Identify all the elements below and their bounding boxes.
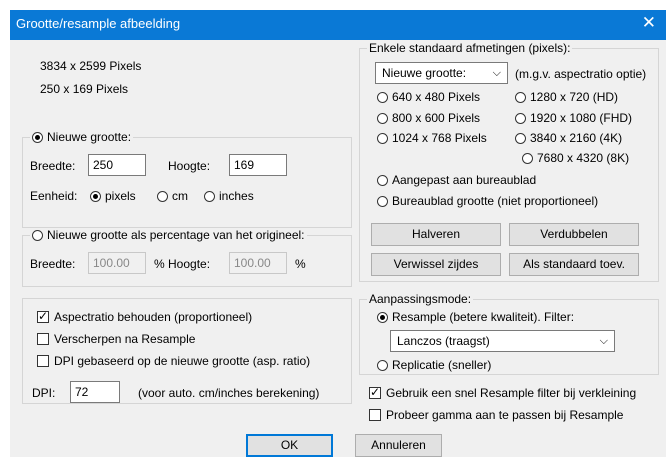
sharpen-check-icon <box>37 333 49 345</box>
size-1024-radio-icon <box>377 133 388 144</box>
pct-height-label: Hoogte: <box>168 257 211 271</box>
fast-filter-checkbox[interactable]: Gebruik een snel Resample filter bij ver… <box>369 385 637 400</box>
size-1280-label: 1280 x 720 (HD) <box>530 90 619 104</box>
replicate-radio-icon <box>377 360 388 371</box>
gamma-label: Probeer gamma aan te passen bij Resample <box>386 408 624 422</box>
filter-dropdown-value: Lanczos (traagst) <box>397 334 490 348</box>
new-size-radio[interactable]: Nieuwe grootte: <box>30 130 134 144</box>
new-size-dropdown[interactable]: Nieuwe grootte: ⌵ <box>375 62 508 84</box>
size-1280-radio[interactable]: 1280 x 720 (HD) <box>515 90 618 104</box>
chevron-down-icon: ⌵ <box>599 334 608 347</box>
original-size-text: 3834 x 2599 Pixels <box>40 59 142 73</box>
unit-inches-radio-icon <box>204 191 215 202</box>
new-size-dropdown-value: Nieuwe grootte: <box>382 66 467 80</box>
double-button[interactable]: Verdubbelen <box>509 223 639 246</box>
dpi-based-label: DPI gebaseerd op de nieuwe grootte (asp.… <box>54 354 311 368</box>
dropdown-hint: (m.g.v. aspectratio optie) <box>515 67 647 81</box>
size-1920-radio-icon <box>515 113 526 124</box>
fast-filter-check-icon <box>369 385 381 399</box>
dpi-based-checkbox[interactable]: DPI gebaseerd op de nieuwe grootte (asp.… <box>37 354 310 368</box>
unit-pixels-radio[interactable]: pixels <box>90 189 136 203</box>
unit-cm-label: cm <box>172 189 188 203</box>
resize-dialog: 3834 x 2599 Pixels 250 x 169 Pixels Nieu… <box>10 40 666 457</box>
desktop-fit-label: Aangepast aan bureaublad <box>392 173 537 187</box>
percentage-radio[interactable]: Nieuwe grootte als percentage van het or… <box>30 228 307 242</box>
size-1920-radio[interactable]: 1920 x 1080 (FHD) <box>515 111 632 125</box>
size-1024-label: 1024 x 768 Pixels <box>392 131 487 145</box>
size-640-radio[interactable]: 640 x 480 Pixels <box>377 90 480 104</box>
resample-radio-icon <box>377 312 388 323</box>
size-1280-radio-icon <box>515 92 526 103</box>
dpi-input[interactable]: 72 <box>70 381 120 403</box>
set-default-button[interactable]: Als standaard toev. <box>509 253 639 276</box>
height-input[interactable]: 169 <box>229 154 287 176</box>
pct-width-unit: % <box>154 257 165 271</box>
replicate-radio[interactable]: Replicatie (sneller) <box>377 358 491 372</box>
gamma-check-icon <box>369 409 381 421</box>
size-1024-radio[interactable]: 1024 x 768 Pixels <box>377 131 487 145</box>
unit-inches-radio[interactable]: inches <box>204 189 254 203</box>
ok-button[interactable]: OK <box>246 434 333 457</box>
filter-dropdown[interactable]: Lanczos (traagst) ⌵ <box>390 330 615 352</box>
resample-radio[interactable]: Resample (betere kwaliteit). Filter: <box>377 310 574 324</box>
unit-cm-radio-icon <box>157 191 168 202</box>
size-800-label: 800 x 600 Pixels <box>392 111 481 125</box>
unit-pixels-label: pixels <box>105 189 136 203</box>
size-3840-radio[interactable]: 3840 x 2160 (4K) <box>515 131 622 145</box>
cancel-button[interactable]: Annuleren <box>355 434 442 457</box>
pct-height-unit: % <box>295 257 306 271</box>
desktop-fit-radio[interactable]: Aangepast aan bureaublad <box>377 173 536 187</box>
desktop-fit-radio-icon <box>377 175 388 186</box>
size-3840-radio-icon <box>515 133 526 144</box>
gamma-checkbox[interactable]: Probeer gamma aan te passen bij Resample <box>369 408 623 422</box>
unit-inches-label: inches <box>219 189 254 203</box>
unit-label: Eenheid: <box>30 189 78 203</box>
size-640-radio-icon <box>377 92 388 103</box>
dpi-based-check-icon <box>37 355 49 367</box>
desktop-size-radio[interactable]: Bureaublad grootte (niet proportioneel) <box>377 194 598 208</box>
unit-pixels-radio-icon <box>90 191 101 202</box>
dpi-hint: (voor auto. cm/inches berekening) <box>138 386 320 400</box>
size-7680-radio-icon <box>522 153 533 164</box>
desktop-size-radio-icon <box>377 196 388 207</box>
size-800-radio-icon <box>377 113 388 124</box>
size-1920-label: 1920 x 1080 (FHD) <box>530 111 633 125</box>
standard-sizes-title: Enkele standaard afmetingen (pixels): <box>367 41 573 55</box>
title-bar: Grootte/resample afbeelding ✕ <box>10 10 666 40</box>
swap-sides-button[interactable]: Verwissel zijdes <box>371 253 501 276</box>
size-640-label: 640 x 480 Pixels <box>392 90 481 104</box>
percentage-label: Nieuwe grootte als percentage van het or… <box>47 228 305 242</box>
fast-filter-label: Gebruik een snel Resample filter bij ver… <box>386 386 637 400</box>
resample-label: Resample (betere kwaliteit). Filter: <box>392 310 575 324</box>
size-7680-label: 7680 x 4320 (8K) <box>537 151 630 165</box>
pct-width-label: Breedte: <box>30 257 76 271</box>
width-input[interactable]: 250 <box>88 154 146 176</box>
desktop-size-label: Bureaublad grootte (niet proportioneel) <box>392 194 599 208</box>
unit-cm-radio[interactable]: cm <box>157 189 188 203</box>
chevron-down-icon: ⌵ <box>492 66 501 79</box>
aspect-checkbox[interactable]: Aspectratio behouden (proportioneel) <box>37 309 253 324</box>
close-icon[interactable]: ✕ <box>642 13 656 33</box>
width-label: Breedte: <box>30 159 76 173</box>
replicate-label: Replicatie (sneller) <box>392 358 492 372</box>
new-size-text: 250 x 169 Pixels <box>40 82 129 96</box>
aspect-label: Aspectratio behouden (proportioneel) <box>54 310 253 324</box>
percentage-radio-icon <box>32 230 43 241</box>
window-title: Grootte/resample afbeelding <box>16 16 181 31</box>
sharpen-label: Verscherpen na Resample <box>54 332 196 346</box>
height-label: Hoogte: <box>168 159 211 173</box>
pct-width-input[interactable]: 100.00 <box>88 252 146 274</box>
aspect-check-icon <box>37 309 49 323</box>
halve-button[interactable]: Halveren <box>371 223 501 246</box>
new-size-group <box>22 137 352 228</box>
adjust-mode-title: Aanpassingsmode: <box>367 292 474 306</box>
new-size-label: Nieuwe grootte: <box>47 130 132 144</box>
pct-height-input[interactable]: 100.00 <box>229 252 287 274</box>
new-size-radio-icon <box>32 132 43 143</box>
sharpen-checkbox[interactable]: Verscherpen na Resample <box>37 332 195 346</box>
size-800-radio[interactable]: 800 x 600 Pixels <box>377 111 480 125</box>
size-3840-label: 3840 x 2160 (4K) <box>530 131 623 145</box>
size-7680-radio[interactable]: 7680 x 4320 (8K) <box>522 151 629 165</box>
dpi-label: DPI: <box>32 386 56 400</box>
